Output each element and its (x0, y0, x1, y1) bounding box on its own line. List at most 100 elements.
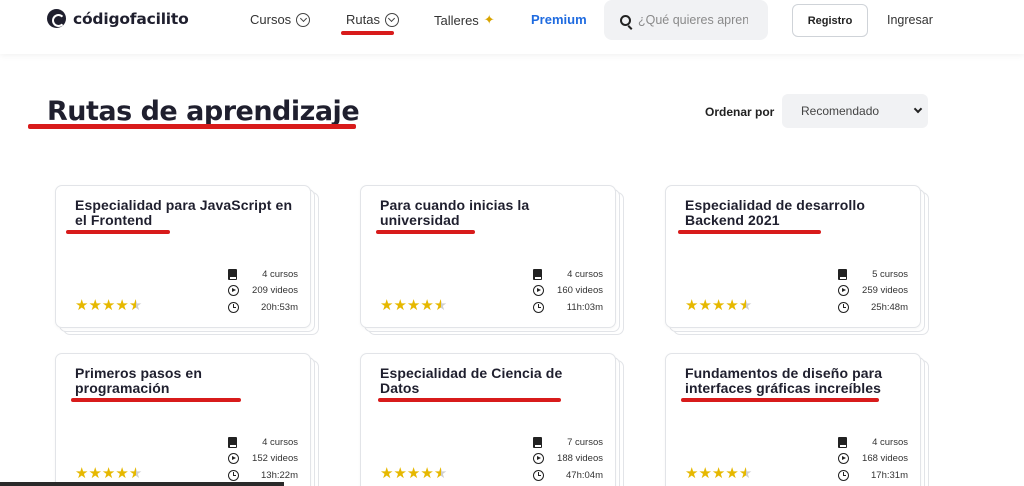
chevron-down-icon (384, 12, 399, 27)
annotation-underline (378, 398, 561, 402)
half-star-icon: ★ (433, 297, 448, 314)
stat-cursos-value: 4 cursos (872, 437, 908, 448)
half-star-icon: ★ (433, 465, 448, 482)
route-card[interactable]: Especialidad de Ciencia de Datos 7 curso… (360, 353, 628, 486)
play-icon (533, 285, 544, 296)
book-icon (228, 437, 237, 448)
star-icon: ★ (711, 297, 726, 314)
annotation-underline (341, 31, 394, 35)
star-icon: ★ (380, 297, 394, 314)
card-title: Especialidad para JavaScript en el Front… (75, 197, 293, 228)
registro-button[interactable]: Registro (792, 4, 868, 37)
search-box[interactable] (604, 0, 768, 40)
stat-videos-value: 259 videos (862, 285, 908, 296)
stat-cursos: 4 cursos (533, 269, 603, 280)
nav-talleres[interactable]: Talleres ✦ (434, 12, 495, 28)
star-icon: ★ (406, 297, 421, 314)
route-card[interactable]: Primeros pasos en programación 4 cursos … (55, 353, 323, 486)
stat-videos-value: 168 videos (862, 453, 908, 464)
annotation-underline (678, 230, 821, 234)
logo[interactable]: códigofacilito (47, 9, 189, 28)
route-card[interactable]: Especialidad para JavaScript en el Front… (55, 185, 323, 335)
route-card[interactable]: Especialidad de desarrollo Backend 2021 … (665, 185, 933, 335)
star-icon: ★ (75, 297, 89, 314)
card-body: Especialidad de desarrollo Backend 2021 … (665, 185, 921, 328)
sparkle-icon: ✦ (483, 12, 495, 27)
rating-stars: ★ ★ ★ ★ ★ (685, 466, 752, 481)
card-body: Primeros pasos en programación 4 cursos … (55, 353, 311, 486)
half-star-icon: ★ (738, 465, 753, 482)
star-icon: ★ (406, 465, 421, 482)
stat-duracion-value: 25h:48m (871, 302, 908, 313)
stat-cursos-value: 7 cursos (567, 437, 603, 448)
rating-stars: ★ ★ ★ ★ ★ (380, 298, 447, 313)
stat-duracion-value: 47h:04m (566, 470, 603, 481)
card-title: Especialidad de desarrollo Backend 2021 (685, 197, 865, 228)
clock-icon (228, 470, 239, 481)
sort-label: Ordenar por (705, 105, 775, 119)
route-card[interactable]: Para cuando inicias la universidad 4 cur… (360, 185, 628, 335)
logo-icon (47, 9, 66, 28)
stat-duracion-value: 11h:03m (566, 302, 603, 313)
annotation-underline (71, 398, 241, 402)
sort-select-value: Recomendado (801, 104, 880, 118)
annotation-underline (681, 398, 879, 402)
clock-icon (533, 302, 544, 313)
star-icon: ★ (698, 297, 712, 314)
stat-cursos-value: 4 cursos (567, 269, 603, 280)
route-card[interactable]: Fundamentos de diseño para interfaces gr… (665, 353, 933, 486)
nav-premium[interactable]: Premium (531, 12, 587, 27)
rating-stars: ★ ★ ★ ★ ★ (685, 298, 752, 313)
stat-cursos: 7 cursos (533, 437, 603, 448)
star-icon: ★ (115, 465, 129, 482)
star-icon: ★ (685, 465, 699, 482)
sort-select[interactable]: Recomendado (782, 94, 928, 128)
ingresar-link[interactable]: Ingresar (887, 13, 933, 27)
card-title: Fundamentos de diseño para interfaces gr… (685, 365, 883, 396)
stat-videos: 160 videos (533, 285, 603, 296)
nav-talleres-label: Talleres (434, 12, 479, 28)
annotation-underline (66, 230, 170, 234)
card-body: Para cuando inicias la universidad 4 cur… (360, 185, 616, 328)
stat-cursos: 4 cursos (228, 437, 298, 448)
stat-videos-value: 188 videos (557, 453, 603, 464)
annotation-underline (28, 124, 356, 129)
star-icon: ★ (698, 465, 712, 482)
star-icon: ★ (88, 297, 102, 314)
clock-icon (533, 470, 544, 481)
stat-cursos-value: 4 cursos (262, 269, 298, 280)
stat-cursos: 5 cursos (838, 269, 908, 280)
rating-stars: ★ ★ ★ ★ ★ (75, 298, 142, 313)
bottom-scroll-strip (0, 482, 284, 486)
top-navbar: códigofacilito Cursos Rutas Talleres ✦ P… (0, 0, 1024, 54)
card-body: Especialidad de Ciencia de Datos 7 curso… (360, 353, 616, 486)
rating-stars: ★ ★ ★ ★ ★ (75, 466, 142, 481)
nav-cursos[interactable]: Cursos (250, 12, 311, 27)
half-star-icon: ★ (128, 297, 143, 314)
stat-duracion: 11h:03m (533, 302, 603, 313)
stat-duracion-value: 17h:31m (871, 470, 908, 481)
nav-rutas[interactable]: Rutas (346, 12, 399, 27)
clock-icon (838, 470, 849, 481)
star-icon: ★ (685, 297, 699, 314)
page-title: Rutas de aprendizaje (47, 96, 360, 127)
stat-videos: 152 videos (228, 453, 298, 464)
card-body: Especialidad para JavaScript en el Front… (55, 185, 311, 328)
search-icon (620, 14, 631, 26)
stat-duracion: 20h:53m (228, 302, 298, 313)
star-icon: ★ (725, 297, 739, 314)
stat-cursos-value: 5 cursos (872, 269, 908, 280)
star-icon: ★ (101, 465, 116, 482)
stat-videos-value: 152 videos (252, 453, 298, 464)
clock-icon (838, 302, 849, 313)
play-icon (228, 285, 239, 296)
star-icon: ★ (380, 465, 394, 482)
book-icon (228, 269, 237, 280)
half-star-icon: ★ (738, 297, 753, 314)
search-input[interactable] (638, 13, 748, 27)
star-icon: ★ (420, 465, 434, 482)
play-icon (838, 285, 849, 296)
stat-videos: 209 videos (228, 285, 298, 296)
play-icon (533, 453, 544, 464)
card-title: Para cuando inicias la universidad (380, 197, 530, 228)
